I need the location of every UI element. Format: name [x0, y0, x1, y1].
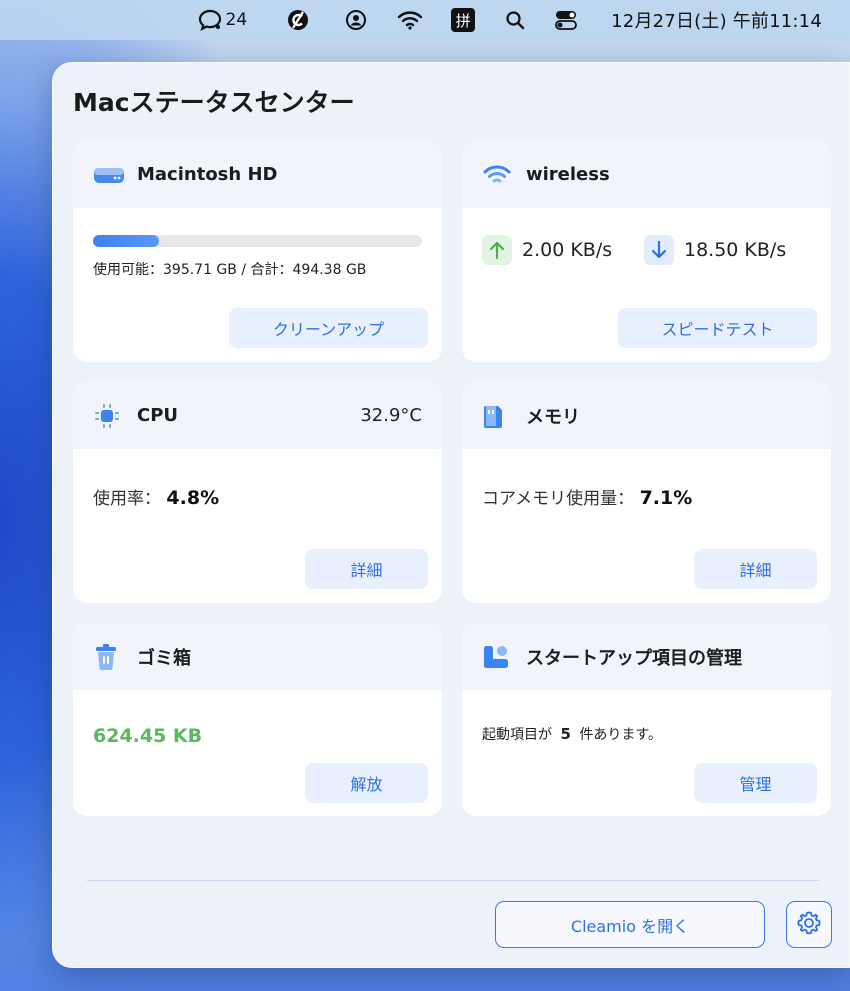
- cpu-usage-value: 4.8%: [166, 487, 220, 509]
- cpu-card: CPU 32.9°C 使用率： 4.8% 詳細: [73, 382, 442, 603]
- download-speed: 18.50 KB/s: [644, 235, 786, 265]
- disk-usage-text: 使用可能：395.71 GB / 合計：494.38 GB: [93, 262, 367, 278]
- startup-card-header: スタートアップ項目の管理: [462, 623, 831, 690]
- menu-bar: 24 拼 12月27日(土) 午前11:14: [0, 0, 850, 40]
- search-icon: [505, 10, 525, 30]
- memory-card: メモリ コアメモリ使用量： 7.1% 詳細: [462, 382, 831, 603]
- upload-speed: 2.00 KB/s: [482, 235, 612, 265]
- startup-count-text: 起動項目が 5 件あります。: [482, 724, 662, 744]
- wifi-status-item[interactable]: [397, 10, 423, 30]
- gear-icon: [796, 910, 822, 940]
- user-circle-icon: [345, 9, 367, 31]
- spotlight-item[interactable]: [505, 10, 525, 30]
- free-trash-button[interactable]: 解放: [305, 763, 428, 803]
- memory-name: メモリ: [526, 406, 580, 428]
- startup-card: スタートアップ項目の管理 起動項目が 5 件あります。 管理: [462, 623, 831, 816]
- disk-usage-bar: [93, 235, 422, 247]
- slash-c-status-item[interactable]: [287, 9, 309, 31]
- clock-text: 12月27日(土) 午前11:14: [611, 11, 822, 32]
- disk-card: Macintosh HD 使用可能：395.71 GB / 合計：494.38 …: [73, 141, 442, 362]
- cpu-name: CPU: [137, 405, 179, 426]
- slash-c-icon: [287, 9, 309, 31]
- chat-count: 24: [225, 10, 248, 30]
- input-method-badge: 拼: [451, 8, 476, 32]
- chat-status-item[interactable]: 24: [197, 8, 248, 32]
- trash-icon: [93, 643, 127, 670]
- cpu-card-header: CPU 32.9°C: [73, 382, 442, 449]
- control-center-item[interactable]: [555, 10, 578, 30]
- cpu-usage: 使用率： 4.8%: [93, 484, 219, 509]
- cpu-temperature: 32.9°C: [360, 405, 422, 426]
- footer-divider: [87, 880, 819, 881]
- memory-chip-icon: [482, 404, 516, 428]
- startup-text-suffix: 件あります。: [579, 727, 662, 743]
- download-arrow-icon: [644, 235, 674, 265]
- network-card: wireless 2.00 KB/s 18.50 KB/s スピードテスト: [462, 141, 831, 362]
- status-center-panel: Macステータスセンター Macintosh HD 使用可能：395.71 GB…: [52, 62, 850, 968]
- startup-name: スタートアップ項目の管理: [526, 647, 742, 669]
- cpu-details-button[interactable]: 詳細: [305, 549, 428, 589]
- trash-size: 624.45 KB: [93, 725, 203, 747]
- trash-card: ゴミ箱 624.45 KB 解放: [73, 623, 442, 816]
- startup-text-prefix: 起動項目が: [482, 727, 552, 743]
- hard-drive-icon: [93, 163, 127, 187]
- startup-items-icon: [482, 645, 516, 669]
- memory-usage-value: 7.1%: [639, 487, 693, 509]
- user-account-item[interactable]: [345, 9, 367, 31]
- panel-title: Macステータスセンター: [73, 88, 355, 117]
- upload-speed-value: 2.00 KB/s: [522, 239, 613, 261]
- startup-count: 5: [560, 725, 571, 743]
- input-method-item[interactable]: 拼: [451, 8, 476, 32]
- manage-startup-button[interactable]: 管理: [694, 763, 817, 803]
- memory-card-header: メモリ: [462, 382, 831, 449]
- network-card-header: wireless: [462, 141, 831, 208]
- chat-bubble-icon: [197, 8, 223, 32]
- wifi-icon: [397, 10, 423, 30]
- trash-name: ゴミ箱: [137, 647, 191, 669]
- cleanup-button[interactable]: クリーンアップ: [229, 308, 428, 348]
- wifi-icon: [482, 163, 516, 187]
- memory-usage: コアメモリ使用量： 7.1%: [482, 484, 692, 509]
- upload-arrow-icon: [482, 235, 512, 265]
- open-app-button[interactable]: Cleamio を開く: [495, 901, 765, 948]
- speed-test-button[interactable]: スピードテスト: [618, 308, 817, 348]
- network-name: wireless: [526, 164, 610, 185]
- download-speed-value: 18.50 KB/s: [684, 239, 787, 261]
- disk-name: Macintosh HD: [137, 164, 278, 185]
- memory-details-button[interactable]: 詳細: [694, 549, 817, 589]
- settings-button[interactable]: [786, 901, 832, 948]
- control-center-icon: [555, 10, 578, 30]
- clock-item[interactable]: 12月27日(土) 午前11:14: [611, 7, 822, 33]
- cpu-chip-icon: [93, 403, 127, 428]
- memory-usage-label: コアメモリ使用量：: [482, 489, 635, 509]
- trash-card-header: ゴミ箱: [73, 623, 442, 690]
- disk-usage-fill: [93, 235, 159, 247]
- cpu-usage-label: 使用率：: [93, 489, 161, 509]
- disk-card-header: Macintosh HD: [73, 141, 442, 208]
